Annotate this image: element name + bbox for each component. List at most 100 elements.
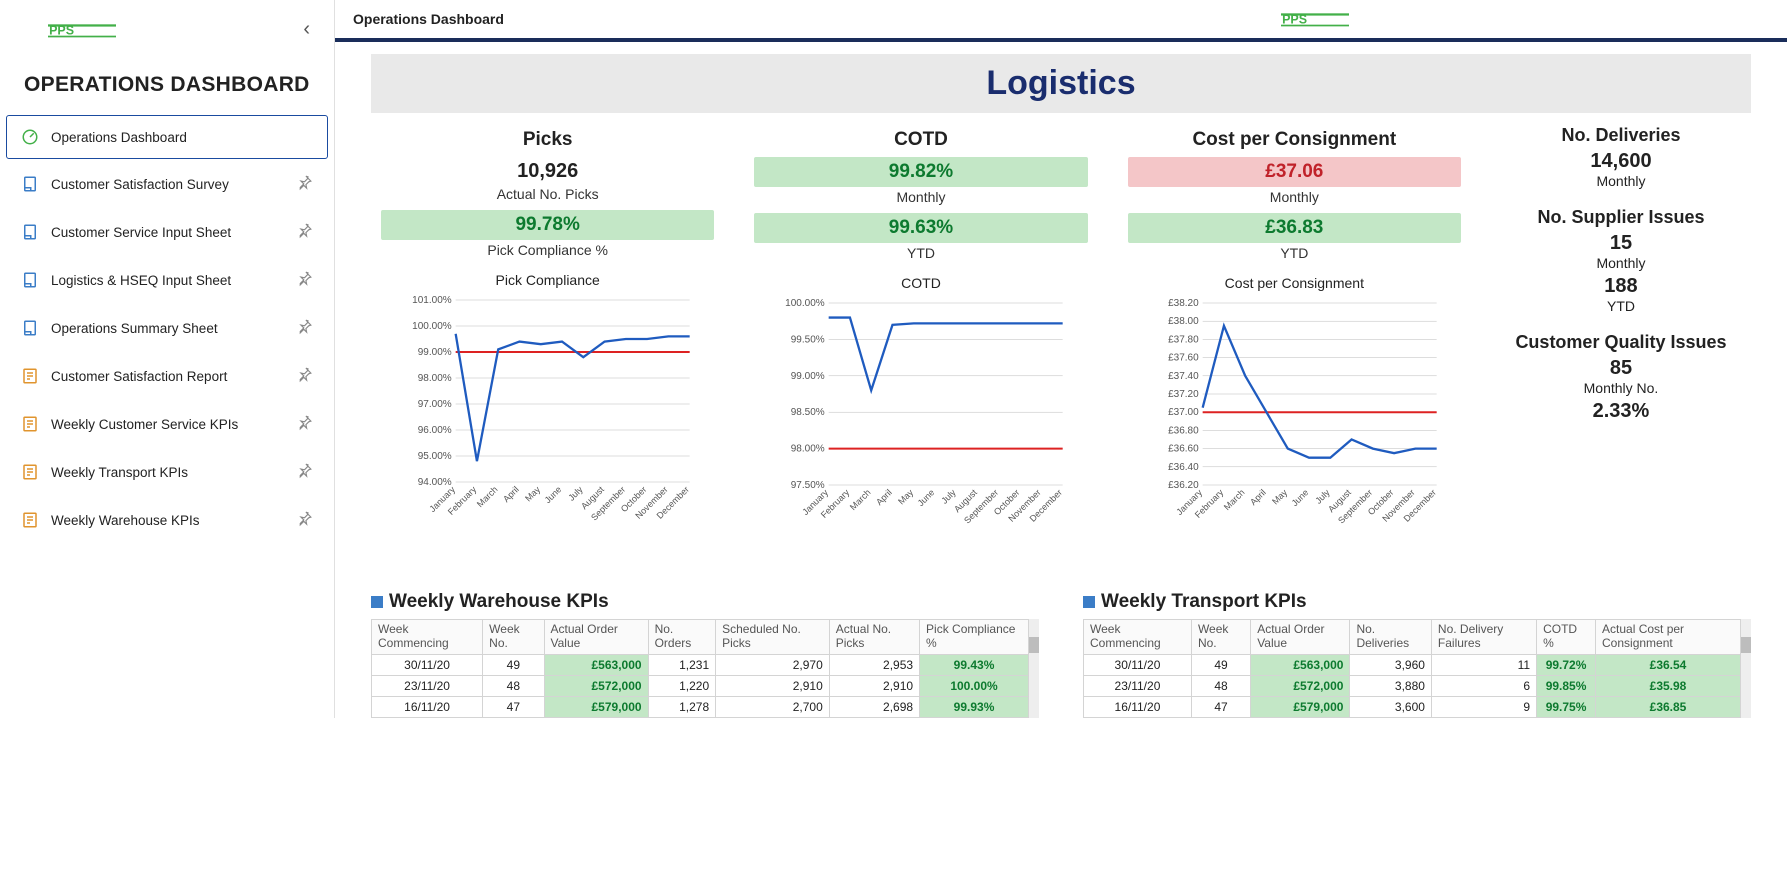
table-header[interactable]: Actual Cost per Consignment <box>1596 620 1741 655</box>
brand-logo: PPS <box>48 19 116 41</box>
sheet-icon <box>21 175 39 193</box>
scrollbar[interactable] <box>1741 619 1751 718</box>
table-cell: 23/11/20 <box>1084 675 1192 696</box>
sidebar-item-weekly-transport-kpis[interactable]: Weekly Transport KPIs <box>6 449 328 495</box>
pin-icon[interactable] <box>296 222 313 242</box>
chart-cost: £36.20£36.40£36.60£36.80£37.00£37.20£37.… <box>1118 295 1471 545</box>
table-cell: £572,000 <box>1251 675 1350 696</box>
table-cell: £563,000 <box>1251 654 1350 675</box>
chart-pick: 94.00%95.00%96.00%97.00%98.00%99.00%100.… <box>371 292 724 542</box>
table-header[interactable]: COTD % <box>1537 620 1596 655</box>
table-row[interactable]: 30/11/2049£563,0001,2312,9702,95399.43% <box>372 654 1029 675</box>
pin-icon[interactable] <box>296 270 313 290</box>
svg-text:£36.80: £36.80 <box>1168 425 1199 436</box>
table-header[interactable]: Scheduled No. Picks <box>716 620 830 655</box>
sidebar-item-logistics-hseq-input-sheet[interactable]: Logistics & HSEQ Input Sheet <box>6 257 328 303</box>
sidebar-item-customer-satisfaction-survey[interactable]: Customer Satisfaction Survey <box>6 161 328 207</box>
svg-text:PPS: PPS <box>49 23 74 37</box>
svg-text:£36.60: £36.60 <box>1168 444 1199 455</box>
table-header[interactable]: Week No. <box>483 620 544 655</box>
quality-title: Customer Quality Issues <box>1491 332 1751 353</box>
table-cell: 2,910 <box>716 675 830 696</box>
table-cell: 99.85% <box>1537 675 1596 696</box>
pin-icon[interactable] <box>296 414 313 434</box>
table-cell: 6 <box>1431 675 1536 696</box>
table-cell: 1,278 <box>648 696 716 717</box>
table-header[interactable]: Actual No. Picks <box>829 620 919 655</box>
pin-icon[interactable] <box>296 366 313 386</box>
table-header[interactable]: No. Deliveries <box>1350 620 1431 655</box>
sidebar-item-label: Operations Dashboard <box>51 130 187 145</box>
table-cell: £579,000 <box>1251 696 1350 717</box>
scrollbar[interactable] <box>1029 619 1039 718</box>
sidebar-item-weekly-warehouse-kpis[interactable]: Weekly Warehouse KPIs <box>6 497 328 543</box>
report-icon <box>21 463 39 481</box>
chart-cotd-title: COTD <box>744 275 1097 291</box>
sidebar-item-customer-satisfaction-report[interactable]: Customer Satisfaction Report <box>6 353 328 399</box>
table-cell: 30/11/20 <box>1084 654 1192 675</box>
transport-table-title: Weekly Transport KPIs <box>1083 591 1751 613</box>
kpi-cost-monthly: £37.06 <box>1128 157 1461 187</box>
table-cell: 3,880 <box>1350 675 1431 696</box>
table-cell: 1,220 <box>648 675 716 696</box>
deliveries-label: Monthly <box>1491 173 1751 189</box>
kpi-cost: Cost per Consignment £37.06 Monthly £36.… <box>1118 125 1471 545</box>
pin-icon[interactable] <box>296 318 313 338</box>
table-header[interactable]: Actual Order Value <box>544 620 648 655</box>
sidebar-item-label: Weekly Warehouse KPIs <box>51 513 200 528</box>
warehouse-table[interactable]: Week CommencingWeek No.Actual Order Valu… <box>371 619 1029 718</box>
table-row[interactable]: 16/11/2047£579,0003,600999.75%£36.85 <box>1084 696 1741 717</box>
table-header[interactable]: Pick Compliance % <box>920 620 1029 655</box>
pin-icon[interactable] <box>296 462 313 482</box>
svg-text:99.00%: 99.00% <box>418 347 452 358</box>
table-cell: £36.54 <box>1596 654 1741 675</box>
table-cell: 49 <box>1191 654 1250 675</box>
svg-text:March: March <box>848 487 873 512</box>
warehouse-table-title: Weekly Warehouse KPIs <box>371 591 1039 613</box>
table-cell: 16/11/20 <box>372 696 483 717</box>
pin-icon[interactable] <box>296 174 313 194</box>
table-cell: 48 <box>1191 675 1250 696</box>
kpi-cotd-ytd-label: YTD <box>744 245 1097 269</box>
svg-text:100.00%: 100.00% <box>786 298 826 309</box>
svg-text:£37.20: £37.20 <box>1168 389 1199 400</box>
table-row[interactable]: 23/11/2048£572,0001,2202,9102,910100.00% <box>372 675 1029 696</box>
table-cell: 3,960 <box>1350 654 1431 675</box>
kpi-cost-monthly-label: Monthly <box>1118 189 1471 213</box>
supplier-monthly-label: Monthly <box>1491 255 1751 271</box>
pin-icon[interactable] <box>296 510 313 530</box>
kpi-picks: Picks 10,926 Actual No. Picks 99.78% Pic… <box>371 125 724 545</box>
sidebar-item-operations-summary-sheet[interactable]: Operations Summary Sheet <box>6 305 328 351</box>
table-cell: 1,231 <box>648 654 716 675</box>
table-header[interactable]: No. Orders <box>648 620 716 655</box>
svg-text:99.50%: 99.50% <box>791 334 825 345</box>
svg-text:99.00%: 99.00% <box>791 371 825 382</box>
table-header[interactable]: Actual Order Value <box>1251 620 1350 655</box>
table-header[interactable]: Week Commencing <box>372 620 483 655</box>
svg-text:April: April <box>1248 487 1268 507</box>
sidebar-title: OPERATIONS DASHBOARD <box>0 53 334 115</box>
table-row[interactable]: 30/11/2049£563,0003,9601199.72%£36.54 <box>1084 654 1741 675</box>
collapse-sidebar-icon[interactable]: ‹ <box>297 12 316 47</box>
sidebar-item-weekly-customer-service-kpis[interactable]: Weekly Customer Service KPIs <box>6 401 328 447</box>
supplier-ytd: 188 <box>1491 275 1751 298</box>
svg-text:May: May <box>896 487 915 506</box>
svg-text:97.00%: 97.00% <box>418 399 452 410</box>
sheet-icon <box>21 223 39 241</box>
table-header[interactable]: No. Delivery Failures <box>1431 620 1536 655</box>
sidebar-item-label: Weekly Customer Service KPIs <box>51 417 238 432</box>
kpi-cotd: COTD 99.82% Monthly 99.63% YTD COTD 97.5… <box>744 125 1097 545</box>
table-row[interactable]: 23/11/2048£572,0003,880699.85%£35.98 <box>1084 675 1741 696</box>
svg-text:£37.80: £37.80 <box>1168 334 1199 345</box>
table-header[interactable]: Week Commencing <box>1084 620 1192 655</box>
sidebar-item-label: Operations Summary Sheet <box>51 321 218 336</box>
warehouse-table-title-text: Weekly Warehouse KPIs <box>389 591 609 612</box>
sidebar-item-operations-dashboard[interactable]: Operations Dashboard <box>6 115 328 159</box>
table-row[interactable]: 16/11/2047£579,0001,2782,7002,69899.93% <box>372 696 1029 717</box>
chart-pick-title: Pick Compliance <box>371 272 724 288</box>
sidebar-item-customer-service-input-sheet[interactable]: Customer Service Input Sheet <box>6 209 328 255</box>
svg-text:May: May <box>1270 487 1289 506</box>
table-header[interactable]: Week No. <box>1191 620 1250 655</box>
transport-table[interactable]: Week CommencingWeek No.Actual Order Valu… <box>1083 619 1741 718</box>
kpi-cost-ytd-label: YTD <box>1118 245 1471 269</box>
